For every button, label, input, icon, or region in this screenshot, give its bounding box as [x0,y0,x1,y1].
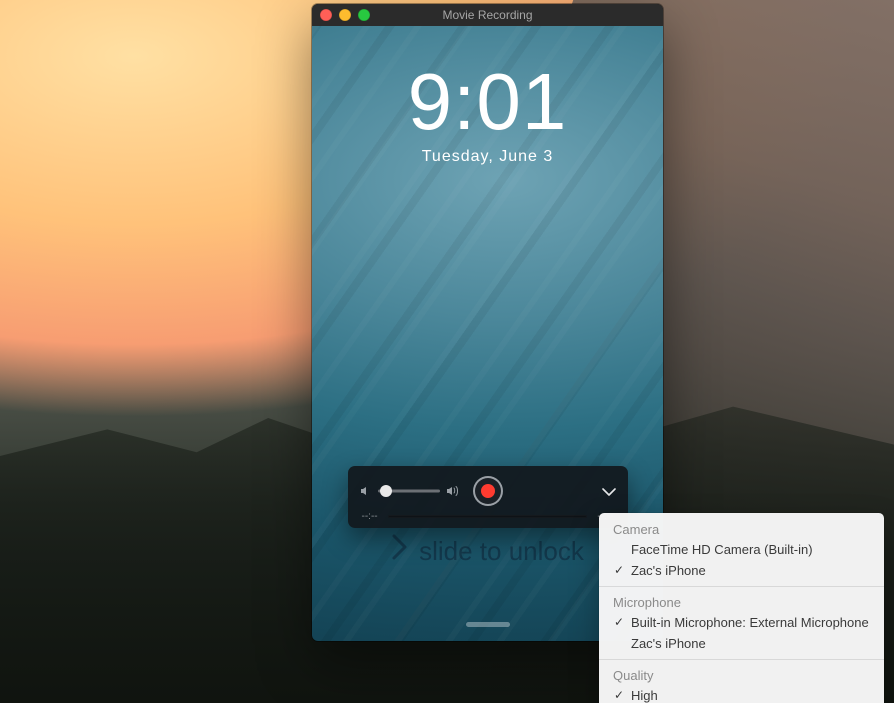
menu-section-microphone-title: Microphone [599,592,884,612]
menu-separator [599,659,884,660]
window-controls [320,9,370,21]
volume-slider[interactable] [378,485,440,497]
volume-low-icon [360,485,372,497]
menu-item-camera-facetime[interactable]: FaceTime HD Camera (Built-in) [599,539,884,560]
duration-left: --:-- [362,511,378,522]
menu-item-quality-high[interactable]: ✓ High [599,685,884,703]
check-icon: ✓ [613,614,625,631]
volume-control [360,485,460,497]
menu-item-label: High [631,687,658,703]
menu-item-label: FaceTime HD Camera (Built-in) [631,541,813,558]
menu-section-quality-title: Quality [599,665,884,685]
home-indicator [466,622,510,627]
options-dropdown-button[interactable] [594,480,624,504]
zoom-button[interactable] [358,9,370,21]
menu-item-label: Zac's iPhone [631,635,706,652]
menu-item-mic-iphone[interactable]: Zac's iPhone [599,633,884,654]
recording-toolbar: --:-- --:-- [348,466,628,528]
menu-section-camera-title: Camera [599,519,884,539]
record-icon [481,484,495,498]
chevron-right-icon [391,533,409,568]
check-icon: ✓ [613,562,625,579]
lockscreen-clock: 9:01 Tuesday, June 3 [312,62,663,166]
lockscreen-time: 9:01 [312,62,663,142]
volume-thumb[interactable] [380,485,392,497]
menu-item-label: Built-in Microphone: External Microphone [631,614,869,631]
lockscreen-date: Tuesday, June 3 [312,148,663,166]
slide-label: slide to unlock [419,536,584,567]
minimize-button[interactable] [339,9,351,21]
menu-item-camera-iphone[interactable]: ✓ Zac's iPhone [599,560,884,581]
titlebar[interactable]: Movie Recording [312,4,663,26]
record-button[interactable] [473,476,503,506]
close-button[interactable] [320,9,332,21]
options-menu: Camera FaceTime HD Camera (Built-in) ✓ Z… [599,513,884,703]
volume-high-icon [446,485,460,497]
duration-row: --:-- --:-- [348,511,628,522]
menu-item-mic-builtin[interactable]: ✓ Built-in Microphone: External Micropho… [599,612,884,633]
duration-bar [388,515,588,518]
menu-separator [599,586,884,587]
menu-item-label: Zac's iPhone [631,562,706,579]
chevron-down-icon [602,487,616,497]
check-icon: ✓ [613,687,625,703]
